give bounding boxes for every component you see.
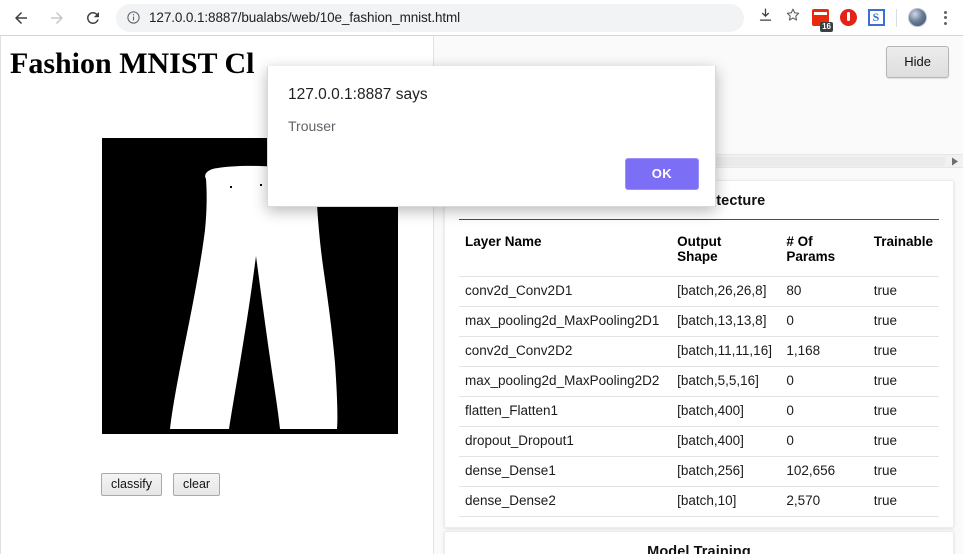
table-row: max_pooling2d_MaxPooling2D2 [batch,5,5,1… [459,366,939,397]
dialog-ok-button[interactable]: OK [624,158,699,190]
model-architecture-card: Model Architecture Layer Name Output Sha… [444,180,954,528]
reload-button[interactable] [78,3,108,33]
forward-arrow-icon [48,9,66,27]
model-training-title: Model Training [647,544,751,554]
table-row: dropout_Dropout1 [batch,400] 0 true [459,426,939,457]
column-header-layer-name: Layer Name [465,234,542,249]
cell-params: 1,168 [780,336,868,367]
back-button[interactable] [6,3,36,33]
s-extension-button[interactable]: S [862,4,890,32]
cell-params: 0 [780,396,868,427]
star-icon [784,6,802,29]
card-accent-rule [459,219,939,220]
calendar-extension-button[interactable]: 16 [806,4,834,32]
cell-output-shape: [batch,11,11,16] [671,336,781,367]
toolbar-divider [896,8,897,27]
url-text: 127.0.0.1:8887/bualabs/web/10e_fashion_m… [149,10,461,25]
kebab-menu-icon [943,10,947,25]
cell-trainable: true [867,336,939,367]
cell-output-shape: [batch,10] [671,486,781,517]
cell-params: 0 [780,366,868,397]
page-viewport: Fashion MNIST Cl classify clear Model Ar… [0,36,963,554]
s-extension-icon: S [867,9,885,26]
table-row: conv2d_Conv2D1 [batch,26,26,8] 80 true [459,276,939,307]
table-row: conv2d_Conv2D2 [batch,11,11,16] 1,168 tr… [459,336,939,367]
table-row: dense_Dense2 [batch,10] 2,570 true [459,486,939,517]
canvas-button-group: classify clear [101,473,221,496]
info-circle-icon[interactable] [126,10,141,25]
cell-params: 80 [780,276,868,307]
cell-params: 0 [780,426,868,457]
scroll-right-arrow-icon[interactable] [947,154,963,168]
forward-button[interactable] [42,3,72,33]
architecture-table: Layer Name Output Shape # Of Params Trai… [459,230,939,517]
profile-avatar-icon [907,8,927,27]
table-row: flatten_Flatten1 [batch,400] 0 true [459,396,939,427]
cell-trainable: true [867,426,939,457]
cell-params: 2,570 [780,486,868,517]
cell-layer-name: dense_Dense2 [459,486,672,517]
cell-trainable: true [867,486,939,517]
profile-button[interactable] [903,4,931,32]
adblock-extension-button[interactable] [834,4,862,32]
cell-trainable: true [867,276,939,307]
download-icon [757,7,774,29]
chrome-menu-button[interactable] [931,4,959,32]
table-header-row: Layer Name Output Shape # Of Params Trai… [459,230,939,277]
adblock-extension-icon [839,9,857,26]
cell-output-shape: [batch,400] [671,426,781,457]
column-header-num-params: # Of Params [786,234,836,264]
cell-layer-name: conv2d_Conv2D2 [459,336,672,367]
download-button[interactable] [752,5,778,31]
dialog-message: Trouser [288,118,336,134]
column-header-output-shape: Output Shape [677,234,722,264]
hide-button[interactable]: Hide [886,46,949,78]
model-training-card: Model Training [444,531,954,554]
cell-params: 102,656 [780,456,868,487]
cell-layer-name: max_pooling2d_MaxPooling2D2 [459,366,672,397]
cell-layer-name: conv2d_Conv2D1 [459,276,672,307]
extensions-area: 16 S [806,4,963,32]
table-row: max_pooling2d_MaxPooling2D1 [batch,13,13… [459,306,939,337]
cell-trainable: true [867,456,939,487]
back-arrow-icon [12,9,30,27]
classify-button[interactable]: classify [101,473,162,496]
cell-output-shape: [batch,400] [671,396,781,427]
cell-trainable: true [867,306,939,337]
cell-trainable: true [867,396,939,427]
cell-output-shape: [batch,26,26,8] [671,276,781,307]
cell-output-shape: [batch,5,5,16] [671,366,781,397]
address-bar[interactable]: 127.0.0.1:8887/bualabs/web/10e_fashion_m… [116,3,744,32]
cell-trainable: true [867,366,939,397]
clear-button[interactable]: clear [172,473,221,496]
cell-output-shape: [batch,13,13,8] [671,306,781,337]
column-header-trainable: Trainable [873,234,933,249]
table-row: dense_Dense1 [batch,256] 102,656 true [459,456,939,487]
omnibox-actions [750,5,806,31]
cell-layer-name: flatten_Flatten1 [459,396,672,427]
dialog-title: 127.0.0.1:8887 says [288,86,428,103]
reload-icon [84,9,102,27]
cell-layer-name: dense_Dense1 [459,456,672,487]
browser-toolbar: 127.0.0.1:8887/bualabs/web/10e_fashion_m… [0,0,963,36]
cell-output-shape: [batch,256] [671,456,781,487]
bookmark-button[interactable] [780,5,806,31]
calendar-badge: 16 [820,21,833,32]
cell-layer-name: max_pooling2d_MaxPooling2D1 [459,306,672,337]
page-title: Fashion MNIST Cl [10,47,255,80]
cell-layer-name: dropout_Dropout1 [459,426,672,457]
javascript-alert-dialog: 127.0.0.1:8887 says Trouser OK [267,66,716,207]
cell-params: 0 [780,306,868,337]
